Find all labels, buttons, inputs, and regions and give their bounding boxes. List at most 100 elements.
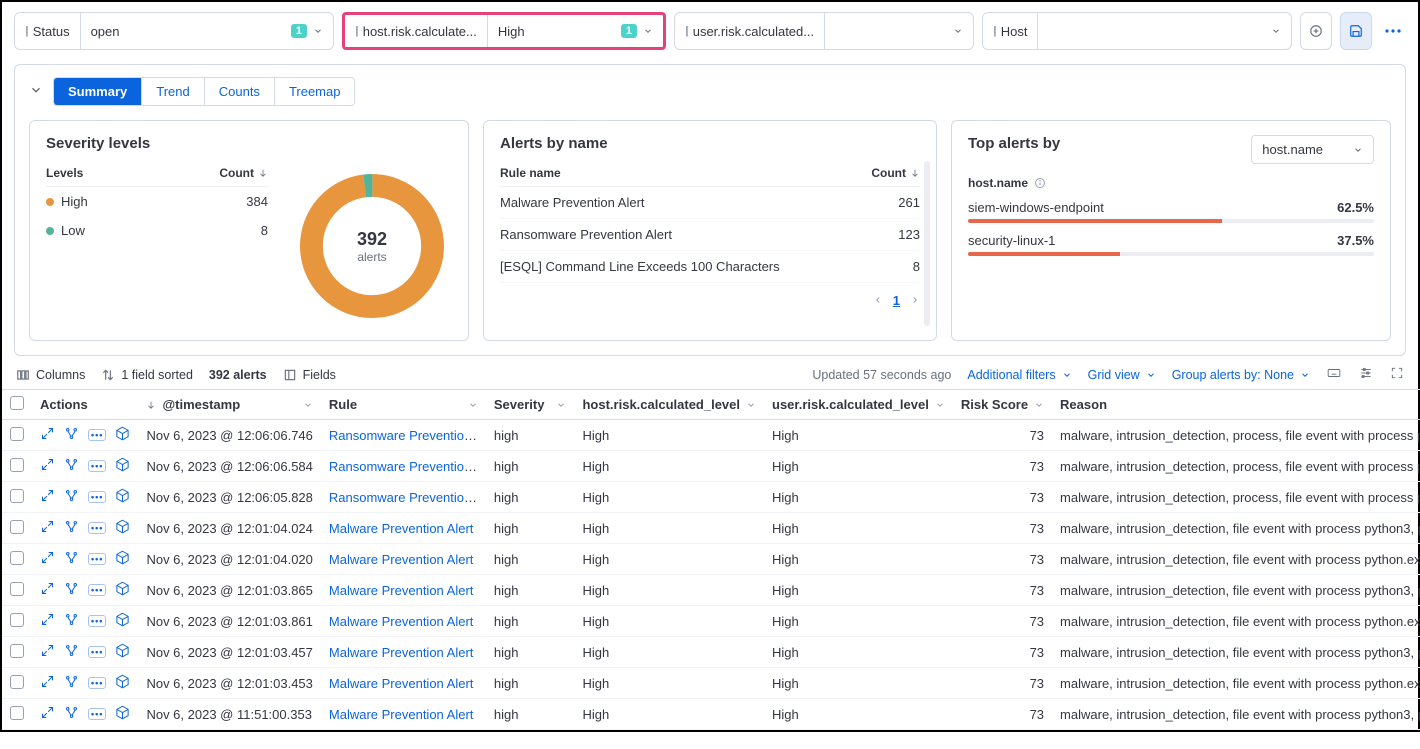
table-row[interactable]: ••• Nov 6, 2023 @ 12:01:04.024Malware Pr… <box>2 513 1420 544</box>
analyze-icon[interactable] <box>64 457 79 475</box>
table-row[interactable]: ••• Nov 6, 2023 @ 12:01:03.453Malware Pr… <box>2 668 1420 699</box>
tab-counts[interactable]: Counts <box>204 78 274 105</box>
rule-link[interactable]: Ransomware Prevention Al... <box>329 459 486 474</box>
cube-icon[interactable] <box>115 643 130 661</box>
session-icon[interactable]: ••• <box>88 677 106 689</box>
table-row[interactable]: ••• Nov 6, 2023 @ 11:51:00.353Malware Pr… <box>2 699 1420 730</box>
session-icon[interactable]: ••• <box>88 491 106 503</box>
th-user-risk[interactable]: user.risk.calculated_level <box>764 390 953 420</box>
tab-summary[interactable]: Summary <box>54 78 141 105</box>
expand-icon[interactable] <box>40 643 55 661</box>
expand-icon[interactable] <box>40 426 55 444</box>
table-row[interactable]: ••• Nov 6, 2023 @ 12:01:03.457Malware Pr… <box>2 637 1420 668</box>
cube-icon[interactable] <box>115 581 130 599</box>
th-severity[interactable]: Severity <box>486 390 575 420</box>
drag-handle-icon[interactable]: || <box>355 25 357 37</box>
rule-link[interactable]: Ransomware Prevention Al... <box>329 428 486 443</box>
additional-filters-button[interactable]: Additional filters <box>967 368 1071 382</box>
row-checkbox[interactable] <box>10 675 24 689</box>
tab-trend[interactable]: Trend <box>141 78 203 105</box>
session-icon[interactable]: ••• <box>88 522 106 534</box>
session-icon[interactable]: ••• <box>88 429 106 441</box>
rule-link[interactable]: Malware Prevention Alert <box>329 521 474 536</box>
rule-link[interactable]: Malware Prevention Alert <box>329 645 474 660</box>
top-alert-row[interactable]: siem-windows-endpoint62.5% <box>968 200 1374 223</box>
session-icon[interactable]: ••• <box>88 615 106 627</box>
row-checkbox[interactable] <box>10 706 24 720</box>
table-row[interactable]: ••• Nov 6, 2023 @ 12:06:06.746Ransomware… <box>2 420 1420 451</box>
filter-field-label[interactable]: ||Host <box>983 13 1038 49</box>
session-icon[interactable]: ••• <box>88 584 106 596</box>
rule-link[interactable]: Malware Prevention Alert <box>329 583 474 598</box>
cube-icon[interactable] <box>115 457 130 475</box>
expand-icon[interactable] <box>40 674 55 692</box>
columns-button[interactable]: Columns <box>16 368 85 382</box>
expand-icon[interactable] <box>40 612 55 630</box>
filter-field-label[interactable]: ||Status <box>15 13 81 49</box>
drag-handle-icon[interactable]: || <box>685 25 687 37</box>
analyze-icon[interactable] <box>64 705 79 723</box>
pager-prev[interactable] <box>873 293 883 308</box>
topalerts-groupby-select[interactable]: host.name <box>1251 135 1374 164</box>
select-all-checkbox[interactable] <box>10 396 24 410</box>
analyze-icon[interactable] <box>64 643 79 661</box>
fields-button[interactable]: Fields <box>283 368 336 382</box>
fullscreen-icon[interactable] <box>1390 366 1404 383</box>
filter-user-risk-calculated-[interactable]: ||user.risk.calculated... <box>674 12 974 50</box>
th-risk-score[interactable]: Risk Score <box>953 390 1052 420</box>
filter-value-select[interactable]: High1 <box>488 15 663 47</box>
table-row[interactable]: ••• Nov 6, 2023 @ 12:01:03.865Malware Pr… <box>2 575 1420 606</box>
expand-icon[interactable] <box>40 519 55 537</box>
more-actions-button[interactable] <box>1380 12 1406 50</box>
analyze-icon[interactable] <box>64 426 79 444</box>
filter-value-select[interactable]: open1 <box>81 13 333 49</box>
table-row[interactable]: ••• Nov 6, 2023 @ 12:01:04.020Malware Pr… <box>2 544 1420 575</box>
filter-status[interactable]: ||Statusopen1 <box>14 12 334 50</box>
save-query-button[interactable] <box>1340 12 1372 50</box>
cube-icon[interactable] <box>115 488 130 506</box>
rule-link[interactable]: Malware Prevention Alert <box>329 552 474 567</box>
th-timestamp[interactable]: @timestamp <box>138 390 320 420</box>
severity-count-header[interactable]: Count <box>219 166 268 180</box>
expand-icon[interactable] <box>40 705 55 723</box>
rule-link[interactable]: Ransomware Prevention Al... <box>329 490 486 505</box>
byname-row[interactable]: Malware Prevention Alert261 <box>500 187 920 219</box>
cube-icon[interactable] <box>115 519 130 537</box>
top-alert-row[interactable]: security-linux-137.5% <box>968 233 1374 256</box>
table-row[interactable]: ••• Nov 6, 2023 @ 12:06:06.584Ransomware… <box>2 451 1420 482</box>
table-row[interactable]: ••• Nov 6, 2023 @ 12:06:05.828Ransomware… <box>2 482 1420 513</box>
settings-icon[interactable] <box>1358 366 1374 383</box>
session-icon[interactable]: ••• <box>88 708 106 720</box>
row-checkbox[interactable] <box>10 644 24 658</box>
analyze-icon[interactable] <box>64 519 79 537</box>
filter-value-select[interactable] <box>1038 13 1291 49</box>
cube-icon[interactable] <box>115 674 130 692</box>
th-host-risk[interactable]: host.risk.calculated_level <box>574 390 764 420</box>
row-checkbox[interactable] <box>10 520 24 534</box>
group-alerts-button[interactable]: Group alerts by: None <box>1172 368 1310 382</box>
row-checkbox[interactable] <box>10 458 24 472</box>
row-checkbox[interactable] <box>10 489 24 503</box>
keyboard-icon[interactable] <box>1326 366 1342 383</box>
scrollbar[interactable] <box>924 161 930 326</box>
byname-row[interactable]: [ESQL] Command Line Exceeds 100 Characte… <box>500 251 920 283</box>
cube-icon[interactable] <box>115 426 130 444</box>
expand-icon[interactable] <box>40 488 55 506</box>
filter-host[interactable]: ||Host <box>982 12 1292 50</box>
session-icon[interactable]: ••• <box>88 646 106 658</box>
filter-host-risk-calculate-[interactable]: ||host.risk.calculate...High1 <box>342 12 666 50</box>
row-checkbox[interactable] <box>10 613 24 627</box>
filter-field-label[interactable]: ||host.risk.calculate... <box>345 15 488 47</box>
session-icon[interactable]: ••• <box>88 460 106 472</box>
cube-icon[interactable] <box>115 705 130 723</box>
grid-view-button[interactable]: Grid view <box>1088 368 1156 382</box>
row-checkbox[interactable] <box>10 551 24 565</box>
session-icon[interactable]: ••• <box>88 553 106 565</box>
add-filter-button[interactable] <box>1300 12 1332 50</box>
expand-icon[interactable] <box>40 581 55 599</box>
cube-icon[interactable] <box>115 550 130 568</box>
pager-next[interactable] <box>910 293 920 308</box>
sort-button[interactable]: 1 field sorted <box>101 368 193 382</box>
pager-current[interactable]: 1 <box>893 293 900 308</box>
table-row[interactable]: ••• Nov 6, 2023 @ 12:01:03.861Malware Pr… <box>2 606 1420 637</box>
